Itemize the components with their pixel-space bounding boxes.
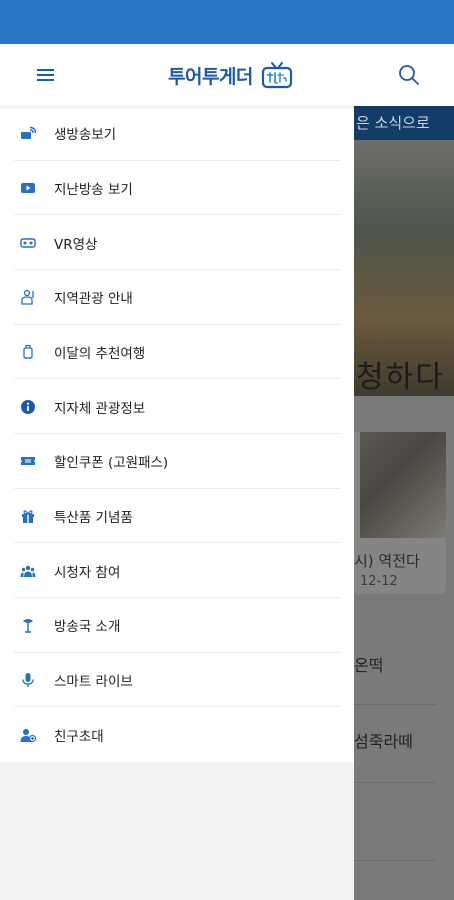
drawer-item-label: 친구초대 bbox=[54, 728, 104, 745]
live-broadcast-icon bbox=[20, 125, 36, 141]
brand-title: 투어투게더 bbox=[168, 65, 253, 88]
drawer-item-label: 지난방송 보기 bbox=[54, 181, 133, 198]
search-icon[interactable] bbox=[396, 62, 422, 88]
hamburger-menu-icon[interactable] bbox=[30, 62, 60, 88]
navigation-drawer: 생방송보기 지난방송 보기 VR영상 지역관광 안내 이달의 추천여행 지자체 … bbox=[0, 106, 354, 900]
drawer-item-label: 방송국 소개 bbox=[54, 619, 121, 636]
antenna-icon bbox=[20, 617, 36, 633]
drawer-item-past-broadcasts[interactable]: 지난방송 보기 bbox=[0, 161, 354, 216]
microphone-icon bbox=[20, 672, 36, 688]
drawer-item-label: 지자체 관광정보 bbox=[54, 400, 146, 417]
video-card-title: 시) 역전다 bbox=[354, 552, 420, 570]
drawer-item-invite-friends[interactable]: 친구초대 bbox=[0, 707, 354, 762]
tour-guide-icon bbox=[20, 289, 36, 305]
video-thumbnail bbox=[360, 432, 446, 538]
drawer-item-label: VR영상 bbox=[54, 236, 98, 253]
divider bbox=[354, 704, 436, 705]
status-bar bbox=[0, 0, 454, 44]
tv-logo-icon bbox=[261, 62, 293, 89]
drawer-item-coupon[interactable]: 할인쿠폰 (고원패스) bbox=[0, 434, 354, 489]
drawer-item-label: 스마트 라이브 bbox=[54, 673, 133, 690]
divider bbox=[354, 860, 436, 861]
drawer-item-live[interactable]: 생방송보기 bbox=[0, 106, 354, 161]
list-item: 섬죽라떼 bbox=[354, 732, 413, 751]
drawer-item-local-info[interactable]: 지자체 관광정보 bbox=[0, 379, 354, 434]
drawer-item-label: 지역관광 안내 bbox=[54, 291, 133, 308]
drawer-item-souvenir[interactable]: 특산품 기념품 bbox=[0, 489, 354, 544]
divider bbox=[354, 782, 436, 783]
play-video-icon bbox=[20, 180, 36, 196]
video-card-date: 12-12 bbox=[360, 574, 398, 589]
drawer-item-label: 특산품 기념품 bbox=[54, 509, 133, 526]
luggage-icon bbox=[20, 344, 36, 360]
app-header: 투어투게더 bbox=[0, 44, 454, 106]
drawer-item-station-intro[interactable]: 방송국 소개 bbox=[0, 598, 354, 653]
add-friend-icon bbox=[20, 727, 36, 743]
drawer-item-vr[interactable]: VR영상 bbox=[0, 215, 354, 270]
background-page: 은 소식으로 청하다 시) 역전다 12-12 온떡 섬죽라떼 bbox=[354, 106, 454, 900]
hero-caption: 청하다 bbox=[356, 360, 445, 395]
drawer-item-monthly-trip[interactable]: 이달의 추천여행 bbox=[0, 325, 354, 380]
drawer-item-local-tour[interactable]: 지역관광 안내 bbox=[0, 270, 354, 325]
coupon-icon bbox=[20, 453, 36, 469]
gift-icon bbox=[20, 508, 36, 524]
news-ticker: 은 소식으로 bbox=[354, 106, 454, 140]
drawer-item-label: 생방송보기 bbox=[54, 127, 117, 144]
video-card: 시) 역전다 12-12 bbox=[354, 432, 446, 594]
group-icon bbox=[20, 563, 36, 579]
brand-logo[interactable]: 투어투게더 bbox=[168, 58, 293, 92]
hero-banner: 청하다 bbox=[354, 140, 454, 396]
drawer-item-label: 이달의 추천여행 bbox=[54, 345, 146, 362]
drawer-menu-list: 생방송보기 지난방송 보기 VR영상 지역관광 안내 이달의 추천여행 지자체 … bbox=[0, 106, 354, 762]
vr-headset-icon bbox=[20, 235, 36, 251]
drawer-item-smart-live[interactable]: 스마트 라이브 bbox=[0, 653, 354, 708]
drawer-item-label: 시청자 참여 bbox=[54, 564, 121, 581]
drawer-item-viewer-participation[interactable]: 시청자 참여 bbox=[0, 543, 354, 598]
info-icon bbox=[20, 399, 36, 415]
list-item: 온떡 bbox=[354, 656, 384, 675]
drawer-item-label: 할인쿠폰 (고원패스) bbox=[54, 455, 169, 472]
